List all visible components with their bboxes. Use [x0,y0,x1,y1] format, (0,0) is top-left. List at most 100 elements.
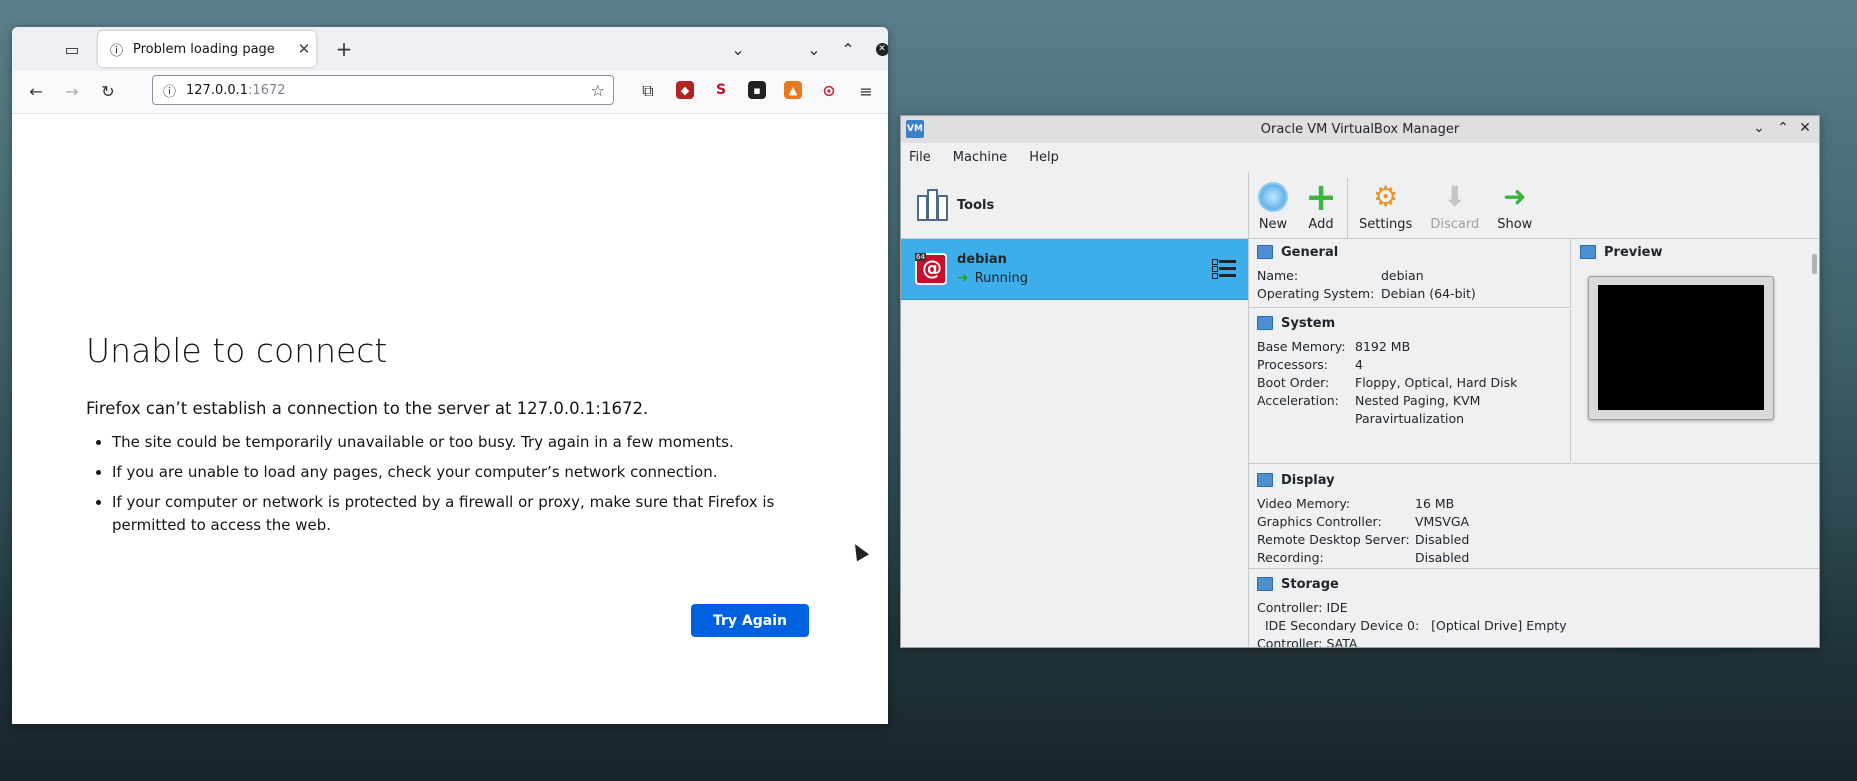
maximize-icon[interactable]: ⌃ [1773,120,1793,138]
show-label: Show [1497,217,1533,232]
bookmark-star-icon[interactable]: ☆ [591,81,605,100]
url-port: :1672 [248,82,286,98]
vm-details-menu-icon[interactable] [1212,256,1236,280]
os-bitness-badge: 64 [915,253,926,261]
general-value: Debian (64-bit) [1381,286,1476,301]
general-key: Operating System: [1257,286,1375,301]
system-value: Paravirtualization [1355,411,1465,426]
list-item: If your computer or network is protected… [112,491,852,537]
general-value: debian [1381,268,1424,283]
window-title: Oracle VM VirtualBox Manager [1260,122,1460,137]
tab-problem-loading[interactable]: ⓘ Problem loading page ✕ [98,31,316,67]
details-pane: New + Add ⚙ Settings ⬇ Discard ➜ Show Ge… [1249,172,1819,647]
storage-header[interactable]: Storage [1249,573,1819,595]
hamburger-menu-icon[interactable]: ≡ [852,77,880,105]
discard-button[interactable]: ⬇ Discard [1421,182,1488,238]
toolbar-separator [1347,178,1348,238]
menu-bar: File Machine Help [901,143,1819,172]
minimize-icon[interactable]: ⌄ [1749,120,1769,138]
virtualbox-window: VM Oracle VM VirtualBox Manager ⌄ ⌃ ✕ Fi… [900,115,1820,648]
display-value: 16 MB [1415,496,1455,511]
settings-gear-icon: ⚙ [1373,180,1399,213]
add-label: Add [1308,217,1334,232]
url-host: 127.0.0.1 [186,82,249,98]
list-item: The site could be temporarily unavailabl… [112,431,852,454]
new-button[interactable]: New [1249,182,1297,238]
firefox-view-icon[interactable]: ▭ [58,35,86,63]
system-value: 4 [1355,357,1363,372]
metamask-fox-icon[interactable]: ▲ [784,81,802,99]
minimize-icon[interactable]: ⌄ [800,35,828,63]
display-key: Recording: [1257,550,1324,565]
reload-icon[interactable]: ↻ [94,77,122,105]
vm-preview-thumbnail [1588,276,1774,420]
general-header[interactable]: General [1249,241,1570,263]
system-value: 8192 MB [1355,339,1411,354]
general-monitor-icon [1257,245,1273,259]
display-value: Disabled [1415,550,1470,565]
general-key: Name: [1257,268,1299,283]
s-extension-icon[interactable]: S [712,81,730,99]
debian-os-icon: 64 [915,253,947,285]
info-icon: ⓘ [110,43,124,59]
menu-file[interactable]: File [909,150,931,165]
close-icon[interactable]: ✕ [1795,120,1815,138]
site-info-icon[interactable]: ⓘ [163,81,176,100]
display-key: Remote Desktop Server: [1257,532,1410,547]
system-chip-icon [1257,316,1273,330]
new-sun-icon [1258,182,1288,212]
list-tabs-chevron-icon[interactable]: ⌄ [724,35,752,63]
scrollbar-thumb[interactable] [1812,254,1817,274]
general-section: General Name: debian Operating System: Deb… [1249,238,1571,308]
forward-icon[interactable]: → [58,77,86,105]
display-monitor-icon [1257,473,1273,487]
add-button[interactable]: + Add [1297,178,1345,238]
close-window-icon[interactable]: ✕ [868,35,888,63]
storage-title: Storage [1281,576,1339,592]
title-bar: VM Oracle VM VirtualBox Manager ⌄ ⌃ ✕ [901,116,1819,143]
menu-help[interactable]: Help [1029,150,1059,165]
system-key [1257,410,1355,428]
storage-disk-icon [1257,577,1273,591]
storage-line: Controller: SATA [1257,636,1358,648]
tab-title: Problem loading page [133,41,275,57]
display-key: Video Memory: [1257,496,1351,511]
url-bar[interactable]: ⓘ 127.0.0.1:1672 ☆ [152,75,614,105]
tools-item[interactable]: Tools [901,172,1248,239]
menu-machine[interactable]: Machine [953,150,1007,165]
system-header[interactable]: System [1249,312,1570,334]
system-title: System [1281,315,1336,331]
ublock-icon[interactable]: ◆ [676,81,694,99]
firefox-window: ▭ ⓘ Problem loading page ✕ + ⌄ ⌄ ⌃ ✕ ← →… [12,27,888,724]
storage-section: Storage Controller: IDE IDE Secondary De… [1249,570,1819,648]
preview-title: Preview [1604,244,1663,260]
page-content: Unable to connect Firefox can’t establis… [12,113,888,724]
play-extension-icon[interactable]: ⊙ [820,81,838,100]
discard-label: Discard [1430,217,1480,232]
display-value: Disabled [1415,532,1470,547]
vm-item-debian[interactable]: 64 debian ➜ Running [901,239,1248,300]
try-again-button[interactable]: Try Again [691,604,809,637]
display-header[interactable]: Display [1249,469,1819,491]
container-extension-icon[interactable]: ▪ [748,81,766,99]
back-icon[interactable]: ← [22,77,50,105]
extensions-icon[interactable]: ⧉ [634,77,662,105]
vm-status-label: Running [974,270,1029,286]
new-tab-icon[interactable]: + [330,35,358,63]
display-section: Display Video Memory: 16 MB Graphics Cont… [1249,465,1819,569]
tools-icon [917,189,948,221]
vm-preview-screen [1598,285,1764,410]
show-button[interactable]: ➜ Show [1488,182,1541,238]
system-key: Base Memory: [1257,339,1346,354]
tools-label: Tools [957,197,995,213]
storage-line: Controller: IDE [1257,600,1348,615]
show-arrow-icon: ➜ [1503,180,1527,213]
maximize-icon[interactable]: ⌃ [834,35,862,63]
error-suggestions: The site could be temporarily unavailabl… [86,431,852,544]
toolbar: New + Add ⚙ Settings ⬇ Discard ➜ Show [1249,172,1819,239]
nav-bar: ← → ↻ ⓘ 127.0.0.1:1672 ☆ ⧉ ◆ S ▪ ▲ ⊙ ≡ [12,71,888,114]
close-tab-icon[interactable]: ✕ [292,40,316,58]
system-value: Nested Paging, KVM [1355,393,1481,408]
settings-button[interactable]: ⚙ Settings [1350,182,1421,238]
preview-header[interactable]: Preview [1572,241,1819,263]
